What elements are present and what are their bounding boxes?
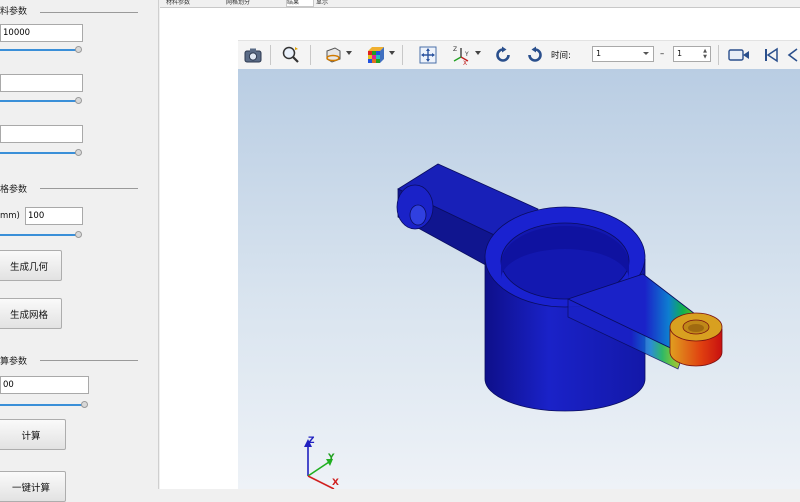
compute-button[interactable]: 计算 [0,419,66,450]
generate-mesh-button[interactable]: 生成网格 [0,298,62,329]
material-slider-1[interactable] [0,49,76,51]
chevron-down-icon[interactable] [389,51,395,55]
rotate-ccw-icon[interactable] [524,44,546,66]
triad-x-label: X [332,478,339,488]
mesh-size-field[interactable] [25,207,83,225]
hot-tip-lug [669,312,723,367]
tab-mesh[interactable]: 网格划分 [226,0,284,6]
section-view-icon[interactable] [322,44,344,66]
color-cube-icon[interactable] [364,44,386,66]
material-field-3-input[interactable] [3,129,82,139]
svg-text:Y: Y [464,51,469,58]
material-slider-3[interactable] [0,152,76,154]
group-title-mesh: 格参数 [0,182,31,195]
fea-model-render: Z Y X [304,163,723,489]
slider-handle[interactable] [75,97,82,104]
tab-bar: 材料参数 网格划分 结果 显示 [160,0,800,7]
slider-handle[interactable] [81,401,88,408]
compute-field-input[interactable] [3,380,88,390]
slider-handle[interactable] [75,46,82,53]
toolbar-separator [270,45,271,65]
axis-triad: Z Y X [304,436,339,489]
mesh-size-label: mm) [0,211,20,221]
mesh-slider[interactable] [0,234,76,236]
generate-geometry-button[interactable]: 生成几何 [0,250,62,281]
group-divider [40,188,138,189]
svg-text:X: X [463,60,467,65]
spin-arrows-icon[interactable]: ▲ ▼ [703,48,707,60]
svg-text:Z: Z [453,46,457,53]
mesh-size-input[interactable] [28,211,82,221]
compute-field[interactable] [0,376,89,394]
3d-viewport[interactable]: Z Y X [238,69,800,489]
compute-slider[interactable] [0,404,82,406]
rotate-cw-icon[interactable] [492,44,514,66]
time-to-spinbox[interactable]: 1 ▲ ▼ [673,46,711,62]
tab-result[interactable]: 结果 [286,0,314,7]
time-range-dash: – [660,49,665,59]
time-from-dropdown[interactable]: 1 [592,46,654,62]
material-field-2[interactable] [0,74,83,92]
toolbar-separator [310,45,311,65]
tab-display[interactable]: 显示 [316,0,340,6]
material-field-1-input[interactable] [3,28,82,38]
zoom-icon[interactable] [280,44,302,66]
slider-handle[interactable] [75,231,82,238]
time-to-value: 1 [677,49,683,58]
time-label: 时间: [551,51,571,61]
slider-handle[interactable] [75,149,82,156]
chevron-down-icon[interactable] [475,51,481,55]
axis-view-icon[interactable]: ZYX [450,44,472,66]
toolbar-separator [718,45,719,65]
one-click-compute-button[interactable]: 一键计算 [0,471,66,502]
first-frame-icon[interactable] [760,44,782,66]
group-title-material: 料参数 [0,4,31,17]
toolbar-separator [402,45,403,65]
group-divider [40,12,138,13]
material-field-1[interactable] [0,24,83,42]
viewer-toolbar: ZYX 时间: 1 – 1 ▲ ▼ [238,40,800,70]
triad-z-label: Z [308,436,315,446]
camera-icon[interactable] [242,44,264,66]
material-slider-2[interactable] [0,100,76,102]
material-field-2-input[interactable] [3,78,82,88]
material-field-3[interactable] [0,125,83,143]
triad-y-label: Y [327,453,335,463]
tab-material[interactable]: 材料参数 [166,0,224,6]
record-icon[interactable] [728,44,750,66]
chevron-down-icon[interactable] [346,51,352,55]
prev-frame-icon[interactable] [786,44,800,66]
chevron-down-icon [643,52,649,55]
left-control-panel: 料参数 格参数 mm) 生成几何 生成网格 算参数 计算 一键计算 [0,0,159,502]
time-from-value: 1 [596,49,602,58]
fit-all-icon[interactable] [417,44,439,66]
group-divider [40,360,138,361]
group-title-compute: 算参数 [0,354,31,367]
